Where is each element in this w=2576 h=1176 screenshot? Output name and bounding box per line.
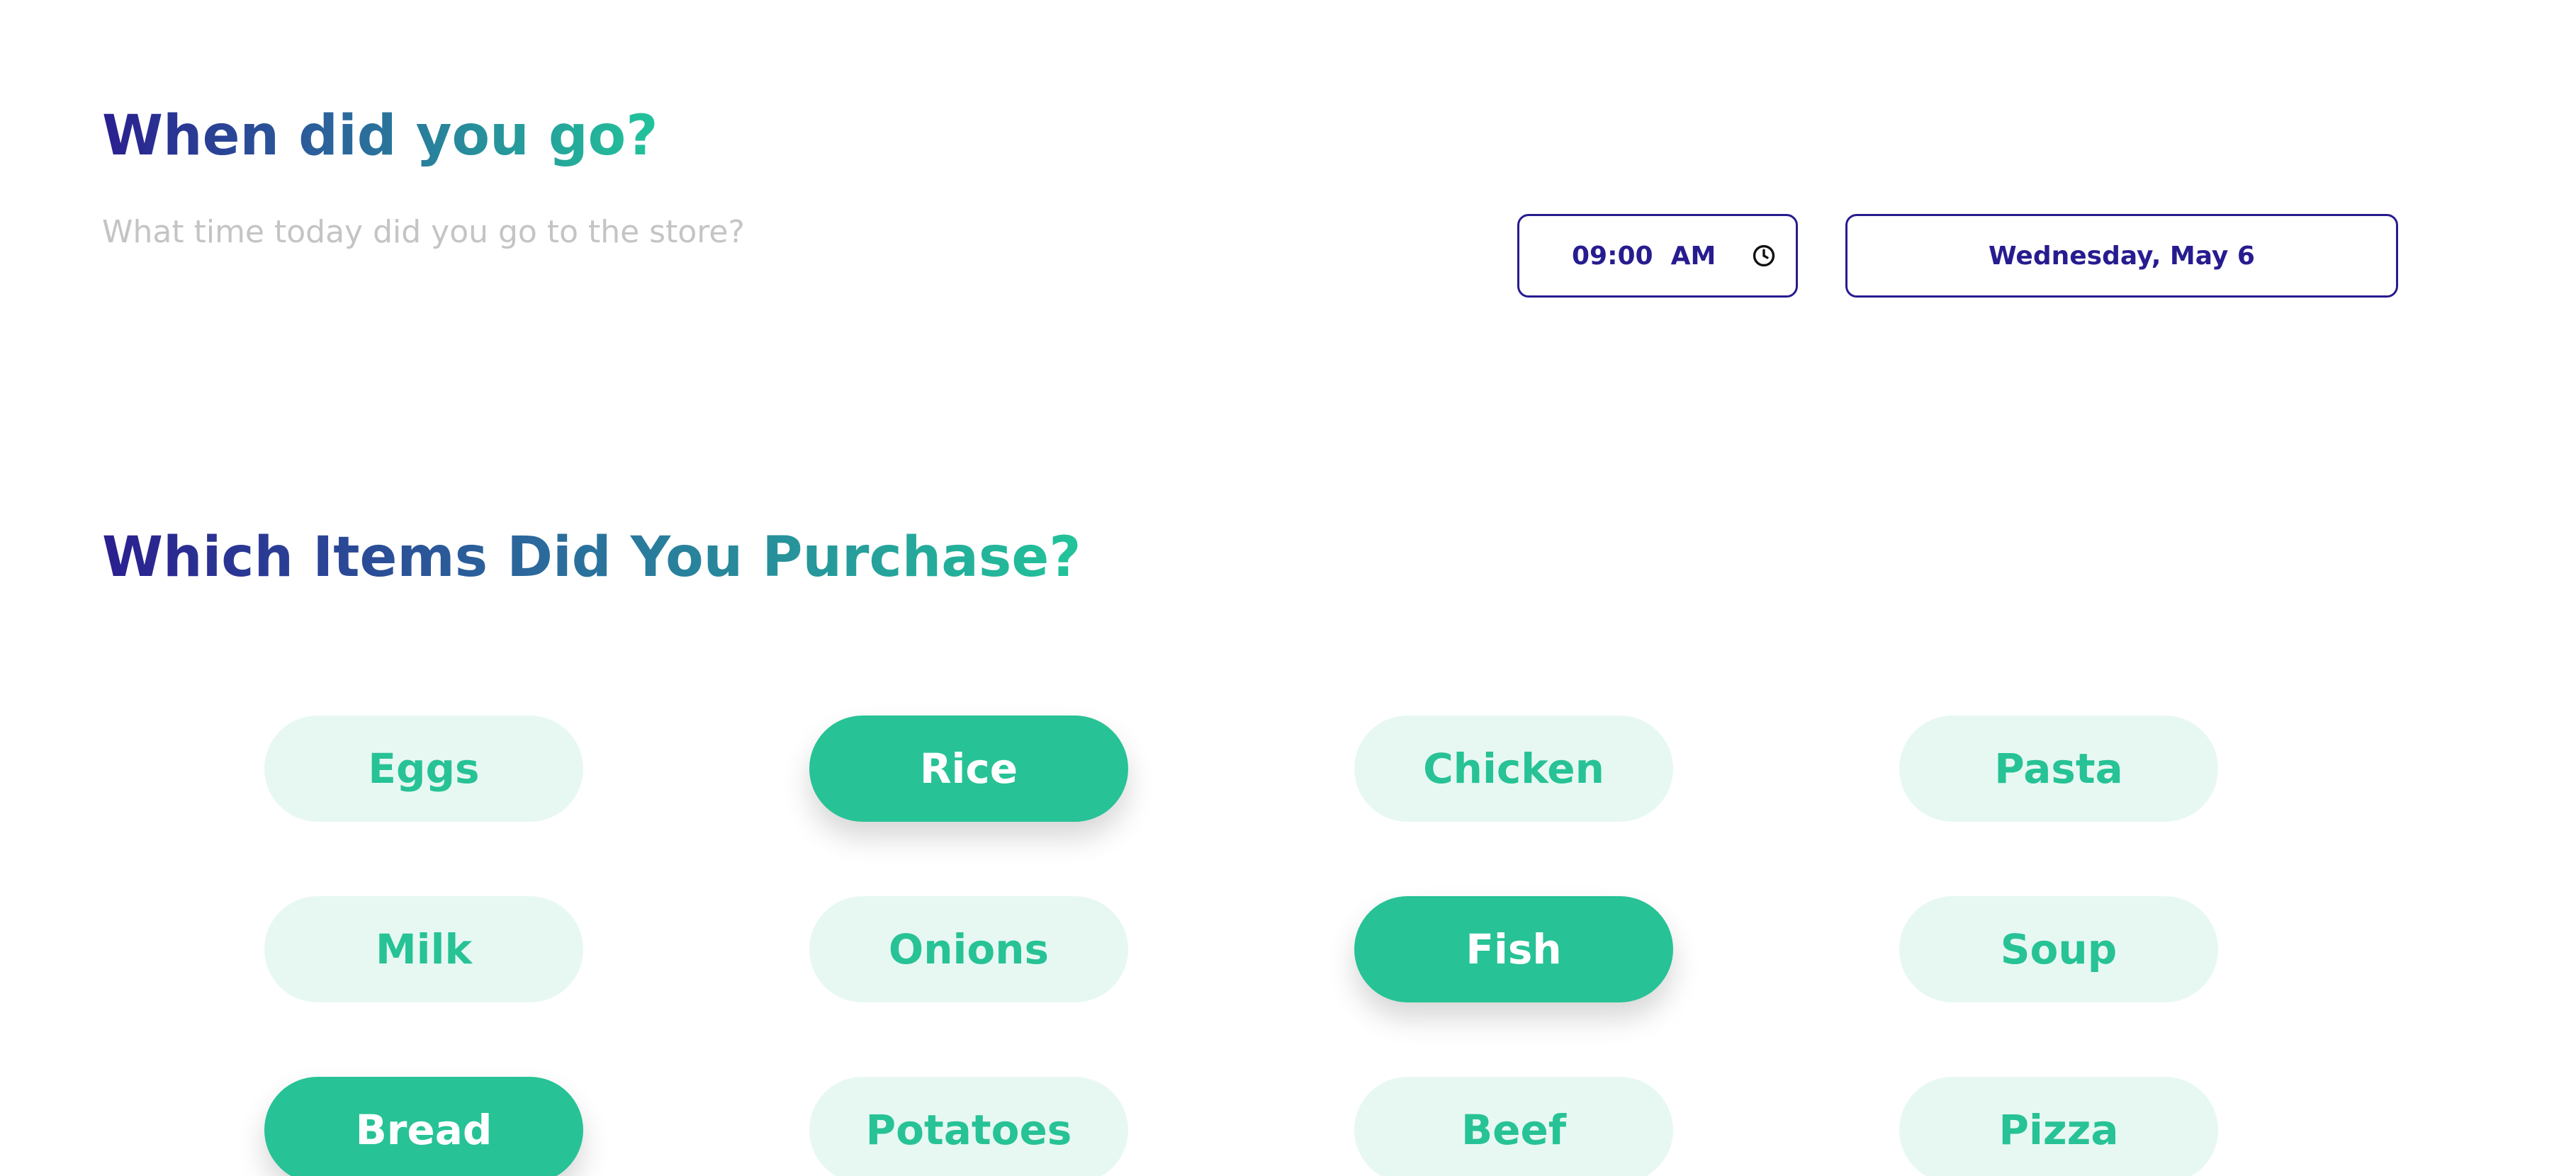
item-chip-soup[interactable]: Soup [1899, 896, 2218, 1002]
item-chip-label: Onions [888, 925, 1050, 973]
item-chip-label: Eggs [368, 745, 480, 793]
item-chip-beef[interactable]: Beef [1354, 1077, 1673, 1176]
item-chip-fish[interactable]: Fish [1354, 896, 1673, 1002]
item-chip-potatoes[interactable]: Potatoes [809, 1077, 1128, 1176]
item-chip-label: Chicken [1423, 745, 1604, 793]
date-input[interactable]: Wednesday, May 6 [1845, 214, 2398, 298]
item-chip-rice[interactable]: Rice [809, 716, 1128, 822]
item-chip-chicken[interactable]: Chicken [1354, 716, 1673, 822]
item-chip-bread[interactable]: Bread [264, 1077, 583, 1176]
item-chip-label: Fish [1466, 925, 1562, 973]
items-heading: Which Items Did You Purchase? [102, 526, 1081, 589]
item-chip-label: Pasta [1994, 745, 2123, 793]
item-chip-pizza[interactable]: Pizza [1899, 1077, 2218, 1176]
item-chip-pasta[interactable]: Pasta [1899, 716, 2218, 822]
item-chip-label: Pizza [1998, 1106, 2119, 1154]
date-value: Wednesday, May 6 [1989, 241, 2255, 271]
when-subtitle: What time today did you go to the store? [102, 214, 745, 250]
item-chip-label: Bread [355, 1106, 493, 1154]
item-chip-label: Milk [375, 925, 473, 973]
item-chip-eggs[interactable]: Eggs [264, 716, 583, 822]
item-chip-milk[interactable]: Milk [264, 896, 583, 1002]
time-value: 09:00 AM [1572, 241, 1716, 271]
item-chip-label: Potatoes [865, 1106, 1072, 1154]
time-input[interactable]: 09:00 AM [1517, 214, 1798, 298]
clock-icon[interactable] [1752, 244, 1776, 268]
store-visit-form: When did you go? What time today did you… [0, 0, 2576, 1176]
item-chip-label: Rice [919, 745, 1018, 793]
item-chip-onions[interactable]: Onions [809, 896, 1128, 1002]
when-heading: When did you go? [102, 104, 658, 168]
item-chip-label: Soup [2000, 925, 2117, 973]
item-chip-label: Beef [1461, 1106, 1567, 1154]
